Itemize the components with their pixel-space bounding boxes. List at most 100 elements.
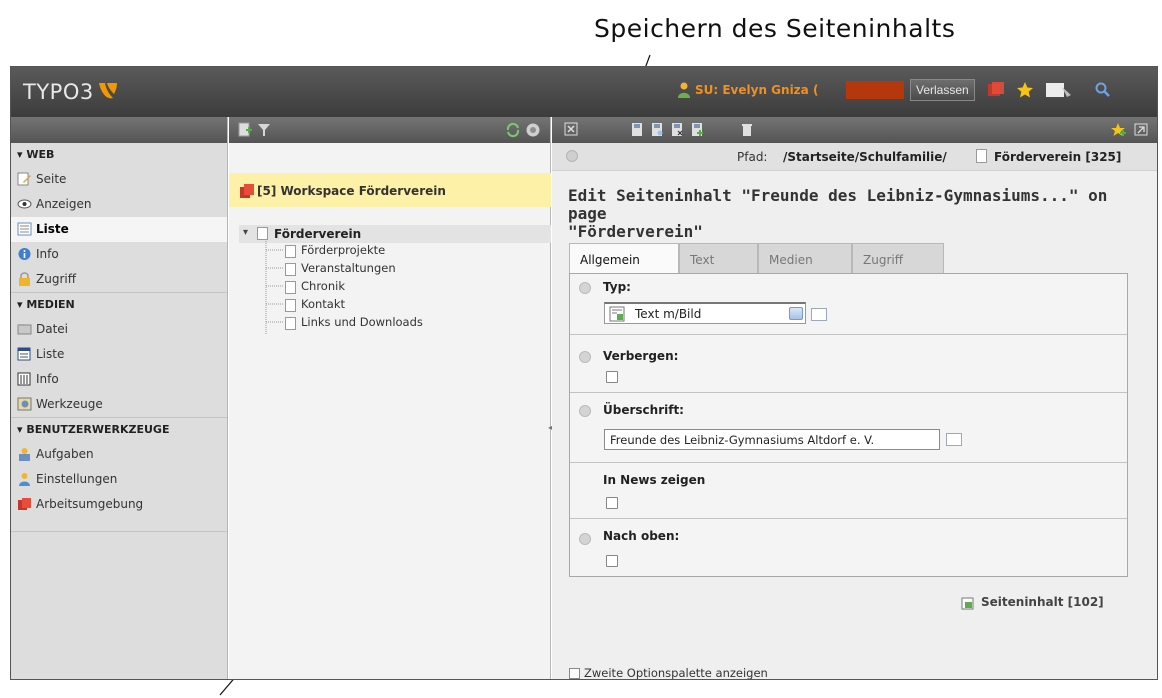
edit-title: Edit Seiteninhalt "Freunde des Leibniz-G… xyxy=(568,187,1138,241)
tree-lines xyxy=(265,241,283,334)
module-item-liste-medien[interactable]: Liste xyxy=(11,342,227,367)
header-input[interactable]: Freunde des Leibniz-Gymnasiums Altdorf e… xyxy=(604,429,940,450)
save-view-icon[interactable] xyxy=(650,122,664,137)
field-label-nach-oben: Nach oben: xyxy=(603,529,680,543)
tree-item-kontakt[interactable]: Kontakt xyxy=(301,297,345,311)
help-icon[interactable] xyxy=(579,405,591,417)
second-options-label[interactable]: Zweite Optionspalette anzeigen xyxy=(584,666,768,679)
wizard-icon[interactable] xyxy=(946,433,962,446)
redacted-block xyxy=(846,81,904,99)
group-title-benutzerwerkzeuge[interactable]: ▾ BENUTZERWERKZEUGE xyxy=(11,418,227,442)
page-icon xyxy=(285,281,296,294)
field-label-verbergen: Verbergen: xyxy=(603,349,679,363)
tab-text[interactable]: Text xyxy=(679,243,758,274)
news-checkbox[interactable] xyxy=(606,497,618,509)
leave-button[interactable]: Verlassen xyxy=(910,79,975,101)
type-select[interactable]: Text m/Bild xyxy=(604,302,806,324)
document-toolbar xyxy=(552,117,1157,143)
module-menu: ▾ WEB Seite Anzeigen Liste Info Zugriff xyxy=(11,117,228,679)
tree-root-label[interactable]: Förderverein xyxy=(274,227,361,241)
help-icon[interactable] xyxy=(579,282,591,294)
delete-icon[interactable] xyxy=(740,122,754,137)
cache-icon[interactable] xyxy=(1045,81,1073,99)
module-label: Info xyxy=(36,372,59,386)
help-icon[interactable] xyxy=(566,150,578,162)
save-close-icon[interactable] xyxy=(670,122,684,137)
module-item-info[interactable]: Info xyxy=(11,242,227,267)
module-label: Aufgaben xyxy=(36,447,94,461)
bookmark-star-icon[interactable] xyxy=(1016,81,1034,99)
edit-title-line2: "Förderverein" xyxy=(568,222,703,241)
module-item-datei[interactable]: Datei xyxy=(11,317,227,342)
module-label: Seite xyxy=(36,172,67,186)
save-icon[interactable] xyxy=(630,122,644,137)
save-new-icon[interactable] xyxy=(690,122,704,137)
top-bar: TYPO3 SU: Evelyn Gniza ( Verlassen xyxy=(11,67,1157,117)
second-options-checkbox[interactable] xyxy=(569,668,580,679)
edit-title-line1: Edit Seiteninhalt "Freunde des Leibniz-G… xyxy=(568,186,1108,223)
module-item-liste[interactable]: Liste xyxy=(11,217,227,242)
close-icon[interactable] xyxy=(564,122,578,137)
open-new-window-icon[interactable] xyxy=(1134,122,1148,137)
form-panel: Typ: Text m/Bild Verbergen: Überschrift:… xyxy=(569,273,1128,577)
tree-item-veranstaltungen[interactable]: Veranstaltungen xyxy=(301,261,396,275)
edit-content-area: Pfad: /Startseite/Schulfamilie/ Förderve… xyxy=(552,117,1157,679)
help-icon[interactable] xyxy=(525,122,541,138)
module-item-seite[interactable]: Seite xyxy=(11,167,227,192)
module-item-arbeitsumgebung[interactable]: Arbeitsumgebung xyxy=(11,492,227,517)
filter-icon[interactable] xyxy=(257,122,271,138)
module-label: Anzeigen xyxy=(36,197,92,211)
list-icon xyxy=(17,222,32,236)
module-item-aufgaben[interactable]: Aufgaben xyxy=(11,442,227,467)
info-icon xyxy=(17,372,31,386)
module-item-einstellungen[interactable]: Einstellungen xyxy=(11,467,227,492)
help-icon[interactable] xyxy=(579,533,591,545)
folder-icon xyxy=(17,324,32,335)
to-top-checkbox[interactable] xyxy=(606,555,618,567)
tree-item-chronik[interactable]: Chronik xyxy=(301,279,345,293)
bookmark-add-icon[interactable] xyxy=(1110,122,1126,137)
field-verbergen: Verbergen: xyxy=(570,335,1127,393)
tree-item-links[interactable]: Links und Downloads xyxy=(301,315,423,329)
refresh-icon[interactable] xyxy=(505,122,521,138)
collapse-tree-handle[interactable]: ◂ xyxy=(548,423,552,435)
tools-icon xyxy=(17,397,32,411)
tasks-icon xyxy=(19,448,30,461)
typo3-backend-window: TYPO3 SU: Evelyn Gniza ( Verlassen ▾ WEB xyxy=(10,66,1158,680)
module-label: Datei xyxy=(36,322,69,336)
content-element-icon xyxy=(961,597,974,610)
group-title-web[interactable]: ▾ WEB xyxy=(11,143,227,167)
wizard-icon[interactable] xyxy=(811,308,827,321)
view-icon xyxy=(17,199,32,209)
path-bar: Pfad: /Startseite/Schulfamilie/ Förderve… xyxy=(552,143,1157,171)
new-page-icon[interactable] xyxy=(237,122,253,138)
tab-medien[interactable]: Medien xyxy=(758,243,852,274)
module-item-anzeigen[interactable]: Anzeigen xyxy=(11,192,227,217)
tree-expand-icon[interactable]: ▾ xyxy=(243,227,248,238)
page-icon xyxy=(285,299,296,312)
page-icon xyxy=(285,317,296,330)
field-nach-oben: Nach oben: xyxy=(570,519,1127,576)
field-typ: Typ: Text m/Bild xyxy=(570,274,1127,335)
chevron-down-icon[interactable] xyxy=(789,307,803,320)
module-label: Liste xyxy=(36,222,69,236)
module-group-benutzerwerkzeuge: ▾ BENUTZERWERKZEUGE Aufgaben Einstellung… xyxy=(11,418,227,532)
tab-allgemein[interactable]: Allgemein xyxy=(569,243,679,276)
search-icon[interactable] xyxy=(1094,81,1112,99)
help-icon[interactable] xyxy=(579,351,591,363)
field-label-ueberschrift: Überschrift: xyxy=(603,403,684,417)
path-value: /Startseite/Schulfamilie/ xyxy=(783,150,947,164)
module-group-web: ▾ WEB Seite Anzeigen Liste Info Zugriff xyxy=(11,143,227,293)
workspace-banner: [5] Workspace Förderverein xyxy=(229,173,551,207)
workspace-icon[interactable] xyxy=(987,81,1005,99)
module-item-zugriff[interactable]: Zugriff xyxy=(11,267,227,292)
page-icon xyxy=(257,227,268,240)
group-title-medien[interactable]: ▾ MEDIEN xyxy=(11,293,227,317)
module-item-werkzeuge[interactable]: Werkzeuge xyxy=(11,392,227,417)
tree-item-foerderprojekte[interactable]: Förderprojekte xyxy=(301,243,385,257)
module-item-info-medien[interactable]: Info xyxy=(11,367,227,392)
workspace-icon xyxy=(240,184,254,198)
hide-checkbox[interactable] xyxy=(606,371,618,383)
module-label: Arbeitsumgebung xyxy=(36,497,144,511)
tab-zugriff[interactable]: Zugriff xyxy=(852,243,944,274)
